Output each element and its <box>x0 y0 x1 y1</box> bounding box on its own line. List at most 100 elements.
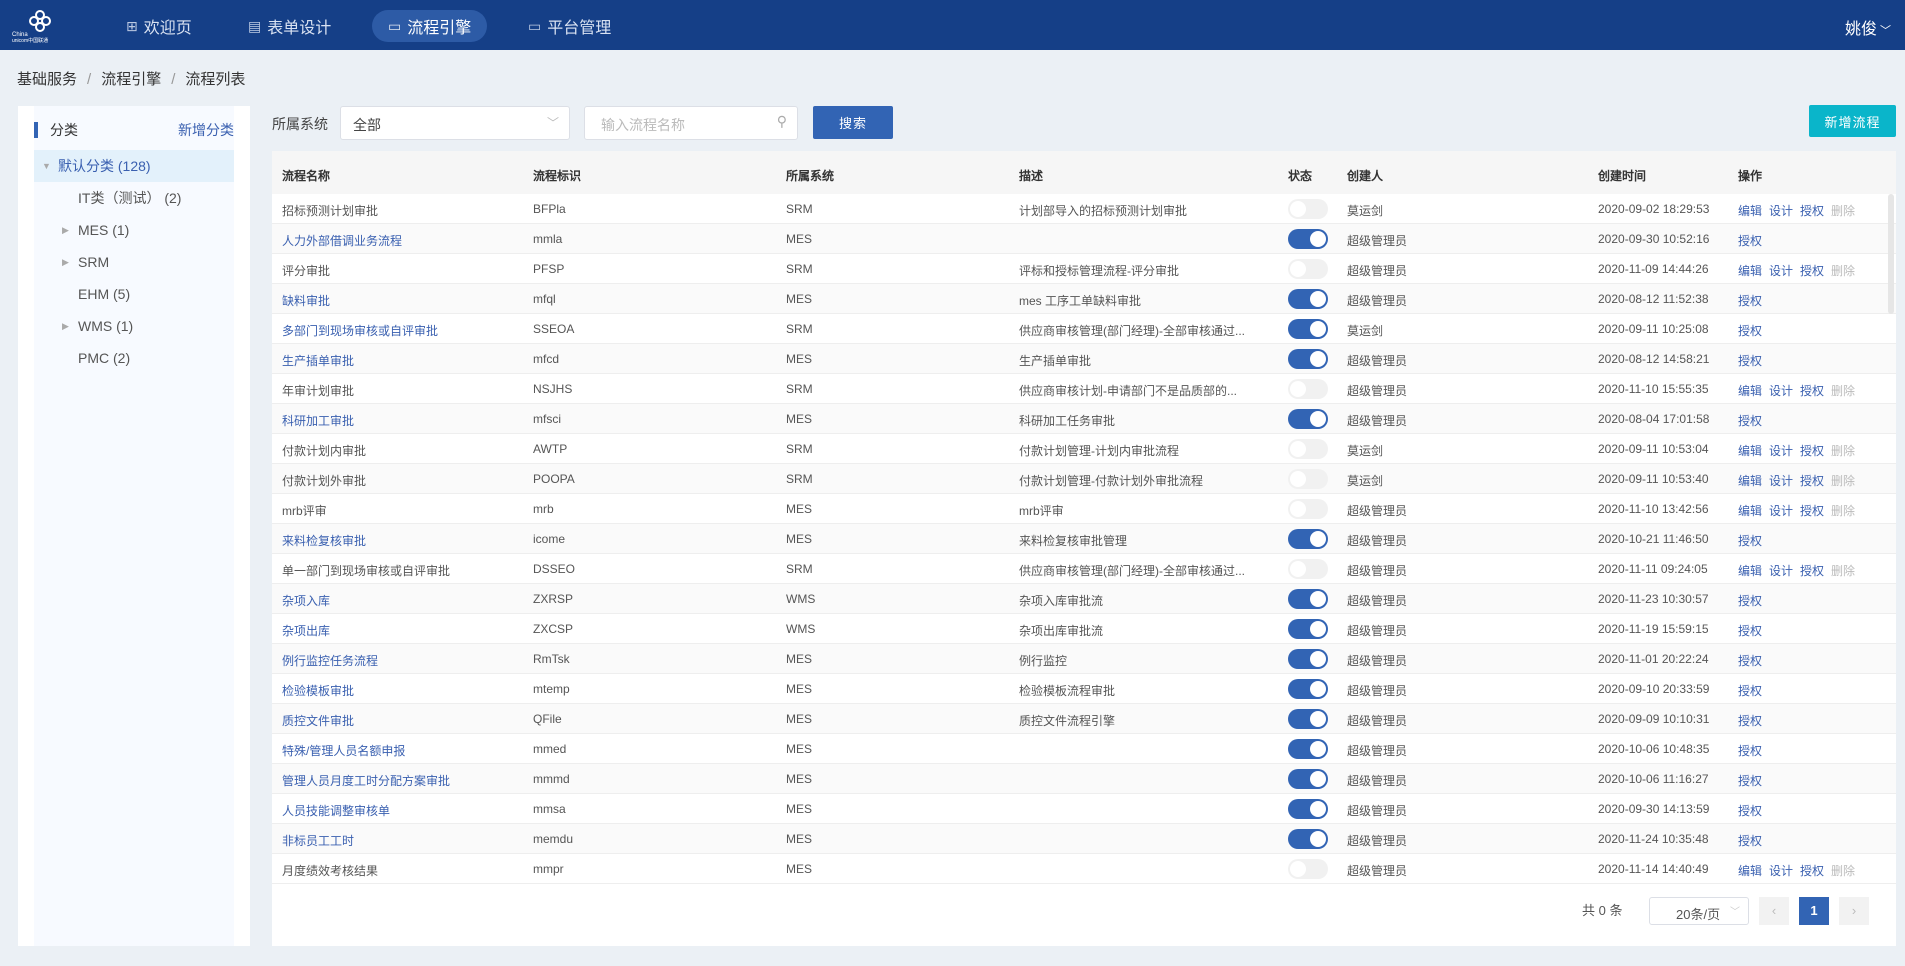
design-action[interactable]: 设计 <box>1769 204 1793 218</box>
prev-page-button[interactable]: ‹ <box>1759 897 1789 925</box>
process-name[interactable]: 非标员工工时 <box>282 832 354 849</box>
authorize-action[interactable]: 授权 <box>1738 834 1762 848</box>
authorize-action[interactable]: 授权 <box>1738 594 1762 608</box>
page-1-button[interactable]: 1 <box>1799 897 1829 925</box>
design-action[interactable]: 设计 <box>1769 264 1793 278</box>
tree-node[interactable]: ▼ 默认分类 (128) <box>34 150 234 182</box>
search-button[interactable]: 搜索 <box>813 106 893 139</box>
user-menu[interactable]: 姚俊 ﹀ <box>1845 15 1891 39</box>
status-toggle[interactable] <box>1288 229 1328 249</box>
caret-right-icon[interactable]: ▶ <box>62 310 69 342</box>
authorize-action[interactable]: 授权 <box>1738 624 1762 638</box>
design-action[interactable]: 设计 <box>1769 384 1793 398</box>
process-name[interactable]: 多部门到现场审核或自评审批 <box>282 322 438 339</box>
tree-node[interactable]: IT类（测试） (2) <box>34 182 234 214</box>
authorize-action[interactable]: 授权 <box>1738 774 1762 788</box>
edit-action[interactable]: 编辑 <box>1738 564 1762 578</box>
process-name-search-input[interactable]: 输入流程名称 ⚲ <box>584 106 798 140</box>
status-toggle[interactable] <box>1288 439 1328 459</box>
delete-action[interactable]: 删除 <box>1831 504 1855 518</box>
status-toggle[interactable] <box>1288 409 1328 429</box>
caret-right-icon[interactable]: ▶ <box>62 214 69 246</box>
caret-down-icon[interactable]: ▼ <box>42 150 51 182</box>
status-toggle[interactable] <box>1288 799 1328 819</box>
edit-action[interactable]: 编辑 <box>1738 474 1762 488</box>
status-toggle[interactable] <box>1288 529 1328 549</box>
status-toggle[interactable] <box>1288 829 1328 849</box>
process-name[interactable]: 人力外部借调业务流程 <box>282 232 402 249</box>
status-toggle[interactable] <box>1288 769 1328 789</box>
edit-action[interactable]: 编辑 <box>1738 504 1762 518</box>
status-toggle[interactable] <box>1288 499 1328 519</box>
delete-action[interactable]: 删除 <box>1831 384 1855 398</box>
process-name[interactable]: 来料检复核审批 <box>282 532 366 549</box>
authorize-action[interactable]: 授权 <box>1738 414 1762 428</box>
status-toggle[interactable] <box>1288 739 1328 759</box>
status-toggle[interactable] <box>1288 679 1328 699</box>
authorize-action[interactable]: 授权 <box>1800 474 1824 488</box>
design-action[interactable]: 设计 <box>1769 444 1793 458</box>
add-category-link[interactable]: 新增分类 <box>178 120 234 140</box>
status-toggle[interactable] <box>1288 199 1328 219</box>
authorize-action[interactable]: 授权 <box>1800 204 1824 218</box>
authorize-action[interactable]: 授权 <box>1738 804 1762 818</box>
status-toggle[interactable] <box>1288 289 1328 309</box>
delete-action[interactable]: 删除 <box>1831 564 1855 578</box>
authorize-action[interactable]: 授权 <box>1738 324 1762 338</box>
authorize-action[interactable]: 授权 <box>1800 504 1824 518</box>
table-scrollbar[interactable] <box>1888 194 1894 314</box>
tree-node[interactable]: ▶ MES (1) <box>34 214 234 246</box>
tree-node[interactable]: ▶ SRM <box>34 246 234 278</box>
authorize-action[interactable]: 授权 <box>1738 684 1762 698</box>
process-name[interactable]: 人员技能调整审核单 <box>282 802 390 819</box>
caret-right-icon[interactable]: ▶ <box>62 246 69 278</box>
delete-action[interactable]: 删除 <box>1831 204 1855 218</box>
authorize-action[interactable]: 授权 <box>1800 564 1824 578</box>
delete-action[interactable]: 删除 <box>1831 264 1855 278</box>
delete-action[interactable]: 删除 <box>1831 444 1855 458</box>
tree-node[interactable]: PMC (2) <box>34 342 234 374</box>
edit-action[interactable]: 编辑 <box>1738 264 1762 278</box>
status-toggle[interactable] <box>1288 349 1328 369</box>
status-toggle[interactable] <box>1288 379 1328 399</box>
delete-action[interactable]: 删除 <box>1831 864 1855 878</box>
nav-process-engine[interactable]: ▭ 流程引擎 <box>372 10 488 42</box>
new-process-button[interactable]: 新增流程 <box>1809 105 1896 137</box>
authorize-action[interactable]: 授权 <box>1738 714 1762 728</box>
process-name[interactable]: 杂项入库 <box>282 592 330 609</box>
page-size-select[interactable]: 20条/页 ﹀ <box>1649 897 1749 925</box>
design-action[interactable]: 设计 <box>1769 504 1793 518</box>
edit-action[interactable]: 编辑 <box>1738 444 1762 458</box>
edit-action[interactable]: 编辑 <box>1738 864 1762 878</box>
tree-node[interactable]: ▶ WMS (1) <box>34 310 234 342</box>
design-action[interactable]: 设计 <box>1769 474 1793 488</box>
process-name[interactable]: 检验模板审批 <box>282 682 354 699</box>
process-name[interactable]: 管理人员月度工时分配方案审批 <box>282 772 450 789</box>
process-name[interactable]: 科研加工审批 <box>282 412 354 429</box>
status-toggle[interactable] <box>1288 469 1328 489</box>
status-toggle[interactable] <box>1288 859 1328 879</box>
status-toggle[interactable] <box>1288 559 1328 579</box>
process-name[interactable]: 缺料审批 <box>282 292 330 309</box>
process-name[interactable]: 特殊/管理人员名额申报 <box>282 742 405 759</box>
process-name[interactable]: 杂项出库 <box>282 622 330 639</box>
authorize-action[interactable]: 授权 <box>1800 264 1824 278</box>
authorize-action[interactable]: 授权 <box>1738 354 1762 368</box>
next-page-button[interactable]: › <box>1839 897 1869 925</box>
design-action[interactable]: 设计 <box>1769 564 1793 578</box>
process-name[interactable]: 生产插单审批 <box>282 352 354 369</box>
authorize-action[interactable]: 授权 <box>1800 384 1824 398</box>
process-name[interactable]: 例行监控任务流程 <box>282 652 378 669</box>
status-toggle[interactable] <box>1288 319 1328 339</box>
authorize-action[interactable]: 授权 <box>1738 294 1762 308</box>
breadcrumb-item[interactable]: 基础服务 <box>17 71 77 88</box>
status-toggle[interactable] <box>1288 619 1328 639</box>
status-toggle[interactable] <box>1288 709 1328 729</box>
authorize-action[interactable]: 授权 <box>1738 654 1762 668</box>
authorize-action[interactable]: 授权 <box>1800 864 1824 878</box>
edit-action[interactable]: 编辑 <box>1738 384 1762 398</box>
breadcrumb-item[interactable]: 流程引擎 <box>101 71 161 88</box>
tree-node[interactable]: EHM (5) <box>34 278 234 310</box>
system-select[interactable]: 全部 ﹀ <box>340 106 570 140</box>
authorize-action[interactable]: 授权 <box>1738 534 1762 548</box>
